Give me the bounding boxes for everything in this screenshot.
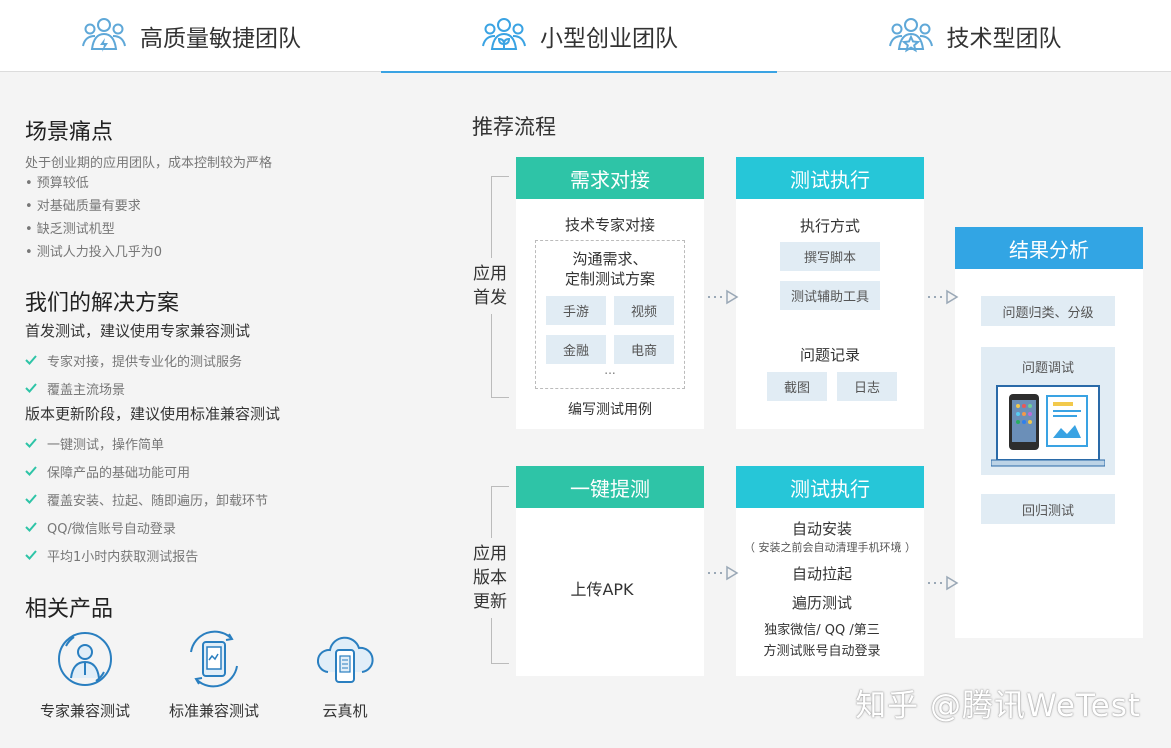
- card-header: 测试执行: [736, 466, 924, 508]
- expert-person-icon: [58, 632, 112, 686]
- tab-label: 技术型团队: [946, 26, 1062, 52]
- check-icon: [25, 438, 37, 448]
- pain-intro: 处于创业期的应用团队，成本控制较为严格: [25, 156, 273, 171]
- check-icon: [25, 383, 37, 393]
- tag-write-script: 撰写脚本: [780, 242, 880, 271]
- debug-label: 问题调试: [1021, 361, 1074, 376]
- tag-video: 视频: [614, 296, 674, 325]
- first-launch-list: 专家对接，提供专业化的测试服务 覆盖主流场景: [25, 346, 242, 402]
- update-stage-list: 一键测试，操作简单 保障产品的基础功能可用 覆盖安装、拉起、随即遍历，卸载环节 …: [25, 429, 268, 569]
- check-icon: [25, 466, 37, 476]
- list-item: • 测试人力投入几乎为0: [25, 245, 163, 260]
- arrow-right-icon: [708, 289, 739, 305]
- tag-screenshot: 截图: [767, 372, 827, 401]
- tag-test-tools: 测试辅助工具: [780, 281, 880, 310]
- list-item: 专家对接，提供专业化的测试服务: [25, 346, 242, 374]
- ellipsis: ...: [604, 363, 616, 377]
- card-header: 需求对接: [516, 157, 704, 199]
- product-cloud-device[interactable]: 云真机: [290, 628, 400, 721]
- laptop-phone-icon: [991, 385, 1105, 467]
- requirement-title: 沟通需求、 定制测试方案: [564, 250, 655, 288]
- team-sprout-icon: [482, 18, 526, 50]
- demand-card: 需求对接 技术专家对接 沟通需求、 定制测试方案 手游 视频 金融 电商 ...…: [516, 157, 704, 429]
- tag-ecommerce: 电商: [614, 335, 674, 364]
- list-item: 平均1小时内获取测试报告: [25, 541, 268, 569]
- list-item: 覆盖安装、拉起、随即遍历，卸载环节: [25, 485, 268, 513]
- arrow-right-icon: [708, 565, 739, 581]
- update-stage-title: 版本更新阶段，建议使用标准兼容测试: [25, 405, 281, 423]
- list-item: • 缺乏测试机型: [25, 222, 115, 237]
- install-note: （ 安装之前会自动清理手机环境 ）: [744, 541, 916, 554]
- auto-login-label: 独家微信/ QQ /第三 方测试账号自动登录: [763, 623, 881, 659]
- product-name: 标准兼容测试: [168, 702, 259, 720]
- execution-card-first: 测试执行 执行方式 撰写脚本 测试辅助工具 问题记录 截图 日志: [736, 157, 924, 429]
- upload-apk-label: 上传APK: [570, 580, 634, 599]
- first-launch-title: 首发测试，建议使用专家兼容测试: [25, 322, 251, 340]
- product-expert-test[interactable]: 专家兼容测试: [30, 628, 140, 721]
- list-item: • 对基础质量有要求: [25, 199, 141, 214]
- result-card: 结果分析 问题归类、分级 问题调试 回归测试: [955, 227, 1143, 638]
- list-item: 一键测试，操作简单: [25, 429, 268, 457]
- pain-title: 场景痛点: [25, 120, 114, 145]
- auto-install-label: 自动安装: [791, 520, 852, 538]
- tag-mobile-game: 手游: [546, 296, 606, 325]
- tab-tech-team[interactable]: 技术型团队: [777, 0, 1171, 72]
- check-icon: [25, 494, 37, 504]
- list-item: 覆盖主流场景: [25, 374, 242, 402]
- list-item: QQ/微信账号自动登录: [25, 513, 268, 541]
- tab-label: 小型创业团队: [540, 26, 678, 52]
- record-title: 问题记录: [799, 346, 860, 364]
- tab-small-startup-team[interactable]: 小型创业团队: [381, 0, 777, 73]
- tag-finance: 金融: [546, 335, 606, 364]
- traverse-label: 遍历测试: [791, 594, 852, 612]
- zhihu-watermark: 知乎 @腾讯WeTest: [855, 688, 1141, 724]
- arrow-right-icon: [928, 289, 959, 305]
- row1-label: 应用 首发: [473, 258, 507, 314]
- list-item: • 预算较低: [25, 176, 89, 191]
- pain-list: • 预算较低 • 对基础质量有要求 • 缺乏测试机型 • 测试人力投入几乎为0: [25, 172, 162, 264]
- solution-title: 我们的解决方案: [25, 291, 180, 316]
- tab-high-quality-team[interactable]: 高质量敏捷团队: [0, 0, 381, 72]
- products-title: 相关产品: [25, 597, 114, 622]
- one-click-card: 一键提测 上传APK: [516, 466, 704, 676]
- team-star-icon: [888, 18, 933, 53]
- phone-refresh-icon: [190, 630, 238, 688]
- execution-card-update: 测试执行 自动安装 （ 安装之前会自动清理手机环境 ） 自动拉起 遍历测试 独家…: [736, 466, 924, 676]
- check-icon: [25, 355, 37, 365]
- tag-classify: 问题归类、分级: [981, 296, 1115, 326]
- write-cases-label: 编写测试用例: [568, 402, 652, 418]
- debug-panel: 问题调试: [981, 347, 1115, 475]
- tab-label: 高质量敏捷团队: [140, 26, 301, 52]
- team-tabs: 高质量敏捷团队 小型创业团队 技术型团队: [0, 0, 1171, 73]
- card-header: 结果分析: [955, 227, 1143, 269]
- team-lightning-icon: [82, 18, 126, 52]
- flow-title: 推荐流程: [472, 115, 556, 139]
- card-header: 一键提测: [516, 466, 704, 508]
- tag-log: 日志: [837, 372, 897, 401]
- row2-label: 应用 版本 更新: [473, 538, 507, 618]
- method-title: 执行方式: [799, 217, 860, 235]
- list-item: 保障产品的基础功能可用: [25, 457, 268, 485]
- expert-connect-label: 技术专家对接: [564, 216, 655, 234]
- check-icon: [25, 522, 37, 532]
- product-standard-test[interactable]: 标准兼容测试: [159, 628, 269, 721]
- check-icon: [25, 550, 37, 560]
- tag-regression: 回归测试: [981, 494, 1115, 524]
- product-name: 专家兼容测试: [39, 702, 130, 720]
- product-name: 云真机: [322, 702, 368, 720]
- arrow-right-icon: [928, 575, 959, 591]
- auto-launch-label: 自动拉起: [791, 565, 852, 583]
- card-header: 测试执行: [736, 157, 924, 199]
- cloud-phone-icon: [316, 636, 374, 683]
